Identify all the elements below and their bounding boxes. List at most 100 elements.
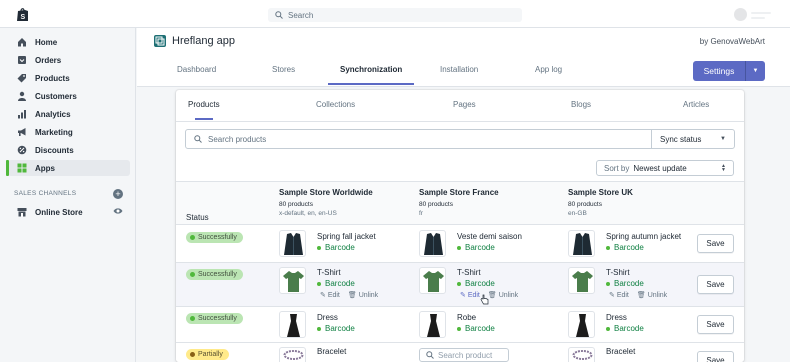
subtab-products[interactable]: Products — [188, 100, 220, 109]
user-menu[interactable] — [751, 12, 771, 22]
barcode-status: Barcode — [457, 243, 495, 252]
barcode-status: Barcode — [606, 243, 644, 252]
subtab-pages[interactable]: Pages — [453, 100, 476, 109]
barcode-status: Barcode — [606, 324, 644, 333]
dress-image — [287, 314, 300, 337]
sidebar-item-analytics[interactable]: Analytics — [8, 106, 130, 122]
store-count: 80 products — [419, 201, 453, 208]
sidebar-item-label: Discounts — [35, 145, 74, 155]
sidebar-item-customers[interactable]: Customers — [8, 88, 130, 104]
product-name[interactable]: Dress — [317, 313, 338, 322]
discount-icon — [17, 145, 27, 155]
sidebar-item-online-store[interactable]: Online Store — [8, 204, 130, 220]
save-button[interactable]: Save — [697, 275, 734, 294]
product-name[interactable]: Robe — [457, 313, 476, 322]
unlink-link[interactable]: 🗑 Unlink — [347, 291, 378, 300]
edit-link[interactable]: ✎ Edit — [609, 291, 629, 300]
product-name[interactable]: Spring fall jacket — [317, 232, 376, 241]
search-placeholder: Search products — [208, 134, 267, 144]
global-search-input[interactable]: Search — [268, 8, 522, 22]
sidebar: Home Orders Products Customers Analytics… — [0, 28, 136, 362]
shopify-logo-icon[interactable]: S — [16, 7, 30, 22]
product-search-input[interactable]: Search product — [419, 348, 509, 362]
app-logo-icon — [154, 35, 166, 47]
save-button[interactable]: Save — [697, 351, 734, 362]
unlink-link[interactable]: 🗑 Unlink — [637, 291, 667, 300]
product-thumbnail — [279, 347, 306, 362]
add-channel-icon[interactable]: + — [113, 189, 123, 199]
subtab-articles[interactable]: Articles — [683, 100, 709, 109]
barcode-status: Barcode — [457, 324, 495, 333]
sync-status-select[interactable]: Sync status ▼ — [651, 129, 735, 149]
barcode-status: Barcode — [457, 279, 495, 288]
caret-down-icon: ▼ — [720, 136, 726, 142]
product-name[interactable]: Veste demi saison — [457, 232, 522, 241]
search-placeholder: Search product — [438, 350, 493, 360]
subtab-blogs[interactable]: Blogs — [571, 100, 591, 109]
barcode-status: Barcode — [317, 279, 355, 288]
unlink-link[interactable]: 🗑 Unlink — [487, 291, 518, 300]
product-name[interactable]: Bracelet — [317, 347, 346, 356]
sort-by-label: Sort by — [604, 163, 630, 173]
sales-channels-label: SALES CHANNELS — [14, 190, 77, 197]
product-thumbnail — [419, 311, 446, 338]
tab-stores[interactable]: Stores — [272, 65, 295, 74]
tab-app-log[interactable]: App log — [535, 65, 562, 74]
hand-cursor-icon — [480, 294, 489, 305]
search-placeholder: Search — [288, 10, 314, 20]
product-thumbnail — [568, 347, 595, 362]
product-thumbnail — [568, 311, 595, 338]
sidebar-item-products[interactable]: Products — [8, 70, 130, 86]
product-thumbnail — [419, 267, 446, 294]
subtab-collections[interactable]: Collections — [316, 100, 355, 109]
person-icon — [18, 91, 26, 101]
tshirt-image — [572, 271, 593, 292]
dress-image — [576, 314, 589, 337]
save-button[interactable]: Save — [697, 315, 734, 334]
product-name[interactable]: Bracelet — [606, 347, 635, 356]
trash-icon: 🗑 — [347, 292, 357, 299]
tshirt-image — [283, 271, 304, 292]
product-name[interactable]: Spring autumn jacket — [606, 232, 681, 241]
svg-text:S: S — [21, 14, 26, 21]
eye-icon[interactable] — [113, 207, 123, 215]
avatar[interactable] — [734, 8, 747, 21]
sidebar-item-home[interactable]: Home — [8, 34, 130, 50]
product-actions: ✎ Edit 🗑 Unlink — [320, 291, 378, 300]
tab-installation[interactable]: Installation — [440, 65, 478, 74]
jacket-image — [284, 233, 303, 255]
product-name[interactable]: T-Shirt — [317, 268, 341, 277]
megaphone-icon — [18, 128, 26, 136]
search-icon — [426, 351, 434, 359]
sidebar-item-label: Marketing — [35, 127, 73, 137]
sidebar-item-marketing[interactable]: Marketing — [8, 124, 130, 140]
table-row: Partially Bracelet Search product Bracel… — [176, 343, 744, 362]
sidebar-item-orders[interactable]: Orders — [8, 52, 130, 68]
app-title: Hreflang app — [172, 35, 235, 47]
active-subtab-indicator — [195, 118, 213, 120]
store-header-uk: Sample Store UK 80 products en-GB — [568, 188, 633, 217]
table-row: Successfully Spring fall jacket Barcode … — [176, 226, 744, 263]
tab-synchronization[interactable]: Synchronization — [340, 65, 402, 74]
tab-dashboard[interactable]: Dashboard — [177, 65, 216, 74]
sidebar-item-label: Orders — [35, 55, 62, 65]
save-button[interactable]: Save — [697, 234, 734, 253]
sort-select[interactable]: Sort by Newest update ▲ ▼ — [596, 160, 734, 176]
dress-image — [427, 314, 440, 337]
trash-icon: 🗑 — [487, 292, 497, 299]
product-name[interactable]: T-Shirt — [457, 268, 481, 277]
barcode-status: Barcode — [606, 279, 644, 288]
product-thumbnail — [279, 230, 306, 257]
status-column-header: Status — [186, 213, 209, 222]
product-name[interactable]: Dress — [606, 313, 627, 322]
sidebar-item-discounts[interactable]: Discounts — [8, 142, 130, 158]
search-icon — [275, 11, 283, 19]
settings-button[interactable]: Settings ▼ — [693, 61, 765, 81]
status-badge: Successfully — [186, 313, 243, 324]
product-name[interactable]: T-Shirt — [606, 268, 630, 277]
chevron-down-icon[interactable]: ▼ — [746, 68, 765, 74]
edit-link[interactable]: ✎ Edit — [320, 291, 340, 300]
sidebar-item-apps[interactable]: Apps — [6, 160, 130, 176]
product-search-input[interactable]: Search products — [185, 129, 652, 149]
edit-link[interactable]: ✎ Edit — [460, 291, 480, 300]
